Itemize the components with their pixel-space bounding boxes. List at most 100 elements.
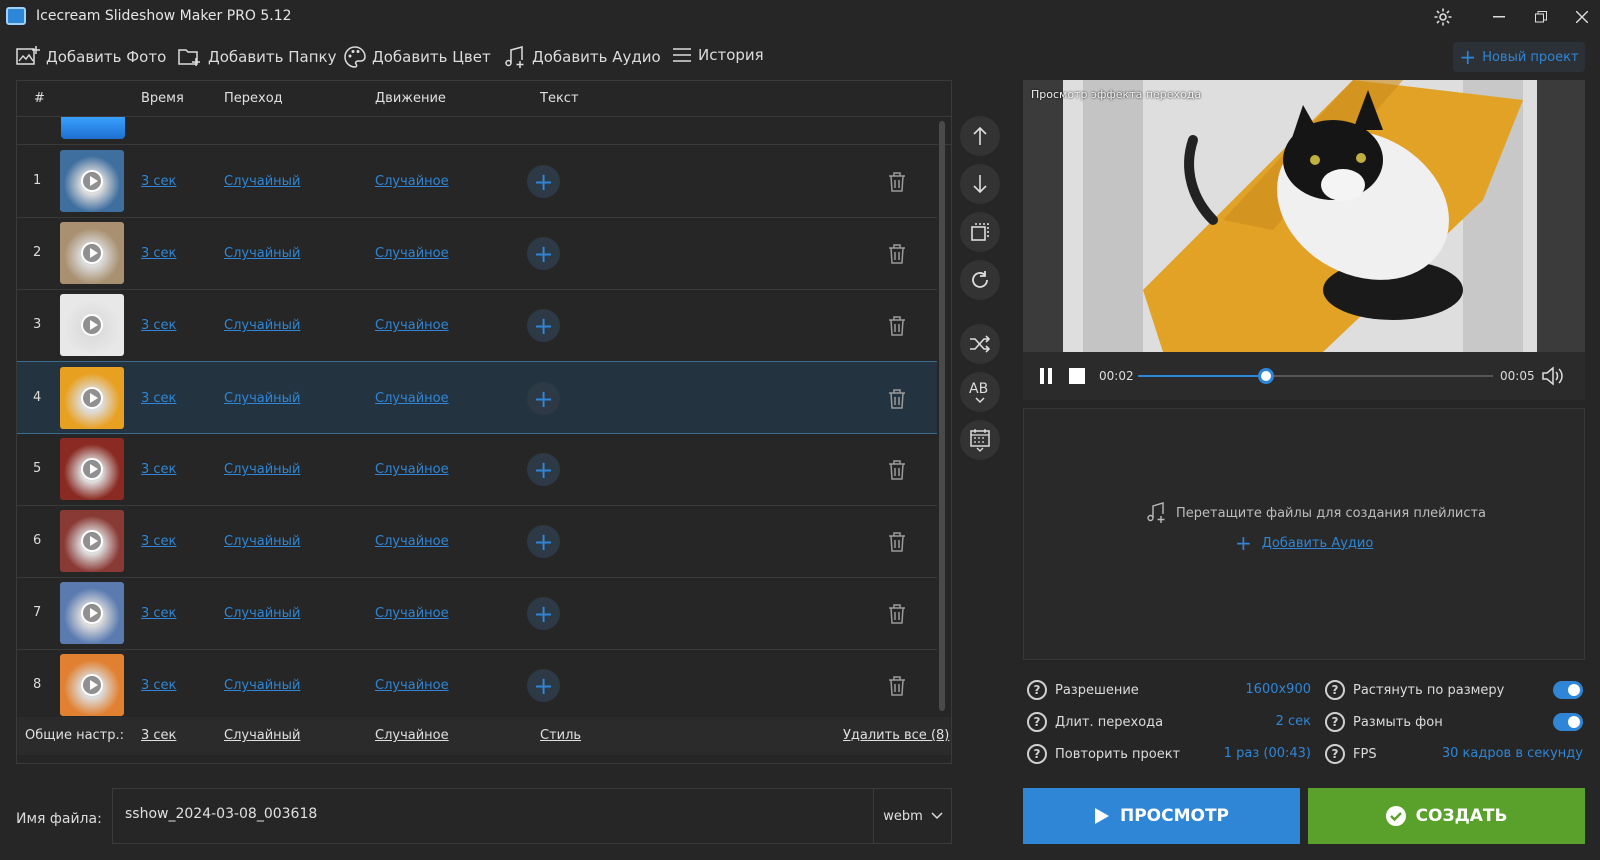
help-icon[interactable]: ? [1027, 680, 1047, 700]
slide-row[interactable]: 6 3 сек Случайный Случайное + [17, 505, 937, 578]
slide-thumbnail[interactable] [61, 117, 125, 139]
slide-time-link[interactable]: 3 сек [141, 318, 176, 333]
play-icon[interactable] [81, 602, 103, 624]
trash-icon[interactable] [887, 675, 907, 697]
add-audio-button[interactable]: Добавить Аудио [504, 46, 661, 68]
add-color-button[interactable]: Добавить Цвет [344, 46, 491, 68]
text-style-link[interactable]: Стиль [540, 728, 581, 743]
add-text-button[interactable]: + [527, 453, 560, 486]
slide-time-link[interactable]: 3 сек [141, 534, 176, 549]
global-motion-link[interactable]: Случайное [375, 728, 449, 743]
slide-time-link[interactable]: 3 сек [141, 246, 176, 261]
slide-thumbnail[interactable] [60, 294, 124, 356]
help-icon[interactable]: ? [1027, 712, 1047, 732]
format-dropdown[interactable]: webm [873, 789, 952, 843]
slide-transition-link[interactable]: Случайный [224, 174, 300, 189]
slide-motion-link[interactable]: Случайное [375, 246, 449, 261]
slide-time-link[interactable]: 3 сек [141, 462, 176, 477]
slide-thumbnail[interactable] [60, 438, 124, 500]
audio-drop-zone[interactable]: Перетащите файлы для создания плейлиста … [1023, 408, 1585, 660]
new-project-button[interactable]: + Новый проект [1453, 42, 1585, 72]
slide-thumbnail[interactable] [60, 367, 124, 429]
trash-icon[interactable] [887, 243, 907, 265]
slide-motion-link[interactable]: Случайное [375, 318, 449, 333]
slide-time-link[interactable]: 3 сек [141, 606, 176, 621]
repeat-value[interactable]: 1 раз (00:43) [1173, 746, 1311, 761]
minimize-button[interactable] [1482, 4, 1516, 30]
slide-thumbnail[interactable] [60, 222, 124, 284]
sort-date-button[interactable] [960, 420, 1000, 460]
play-icon[interactable] [81, 458, 103, 480]
add-text-button[interactable]: + [527, 165, 560, 198]
slide-motion-link[interactable]: Случайное [375, 678, 449, 693]
slide-time-link[interactable]: 3 сек [141, 174, 176, 189]
slide-thumbnail[interactable] [60, 510, 124, 572]
stop-icon[interactable] [1069, 368, 1085, 384]
slide-thumbnail[interactable] [60, 654, 124, 716]
trash-icon[interactable] [887, 388, 907, 410]
pause-icon[interactable] [1039, 368, 1053, 384]
file-name-input[interactable] [125, 806, 825, 822]
slide-transition-link[interactable]: Случайный [224, 606, 300, 621]
slide-time-link[interactable]: 3 сек [141, 678, 176, 693]
volume-icon[interactable] [1541, 366, 1563, 386]
slide-row[interactable]: 8 3 сек Случайный Случайное + [17, 649, 937, 722]
move-down-button[interactable] [960, 164, 1000, 204]
delete-all-link[interactable]: Удалить все (8) [843, 728, 949, 743]
slide-motion-link[interactable]: Случайное [375, 534, 449, 549]
play-icon[interactable] [81, 314, 103, 336]
transition-length-value[interactable]: 2 сек [1173, 714, 1311, 729]
slide-transition-link[interactable]: Случайный [224, 391, 300, 406]
rotate-button[interactable] [960, 260, 1000, 300]
preview-button[interactable]: ПРОСМОТР [1023, 788, 1300, 844]
play-icon[interactable] [81, 242, 103, 264]
slide-transition-link[interactable]: Случайный [224, 678, 300, 693]
slide-motion-link[interactable]: Случайное [375, 462, 449, 477]
slide-motion-link[interactable]: Случайное [375, 174, 449, 189]
play-icon[interactable] [81, 170, 103, 192]
help-icon[interactable]: ? [1325, 680, 1345, 700]
add-photo-button[interactable]: Добавить Фото [16, 46, 166, 68]
trash-icon[interactable] [887, 459, 907, 481]
stretch-toggle[interactable] [1553, 681, 1583, 699]
add-text-button[interactable]: + [527, 525, 560, 558]
play-icon[interactable] [81, 387, 103, 409]
seek-track[interactable] [1138, 368, 1493, 384]
add-text-button[interactable]: + [527, 237, 560, 270]
slide-row[interactable]: 2 3 сек Случайный Случайное + [17, 217, 937, 290]
help-icon[interactable]: ? [1325, 744, 1345, 764]
history-button[interactable]: История [672, 46, 764, 64]
slide-row[interactable]: 5 3 сек Случайный Случайное + [17, 433, 937, 506]
scrollbar[interactable] [939, 121, 945, 711]
slide-thumbnail[interactable] [60, 582, 124, 644]
sort-ab-button[interactable]: AB [960, 372, 1000, 412]
add-text-button[interactable]: + [527, 597, 560, 630]
slide-row[interactable]: 3 3 сек Случайный Случайное + [17, 289, 937, 362]
fps-value[interactable]: 30 кадров в секунду [1423, 746, 1583, 761]
help-icon[interactable]: ? [1325, 712, 1345, 732]
restore-button[interactable] [1524, 4, 1558, 30]
slide-row[interactable]: 4 3 сек Случайный Случайное + [17, 361, 937, 434]
add-text-button[interactable]: + [527, 382, 560, 415]
blur-toggle[interactable] [1553, 713, 1583, 731]
add-text-button[interactable]: + [527, 309, 560, 342]
add-text-button[interactable]: + [527, 669, 560, 702]
seek-handle[interactable] [1257, 368, 1274, 384]
crop-button[interactable] [960, 212, 1000, 252]
slide-transition-link[interactable]: Случайный [224, 318, 300, 333]
close-button[interactable] [1565, 4, 1599, 30]
play-icon[interactable] [81, 530, 103, 552]
move-up-button[interactable] [960, 116, 1000, 156]
slide-thumbnail[interactable] [60, 150, 124, 212]
settings-gear-icon[interactable] [1426, 4, 1460, 30]
global-transition-link[interactable]: Случайный [224, 728, 300, 743]
slide-transition-link[interactable]: Случайный [224, 246, 300, 261]
trash-icon[interactable] [887, 603, 907, 625]
add-audio-link[interactable]: + Добавить Аудио [1235, 533, 1373, 553]
slide-row[interactable]: 7 3 сек Случайный Случайное + [17, 577, 937, 650]
slide-row[interactable]: 1 3 сек Случайный Случайное + [17, 145, 937, 218]
slide-time-link[interactable]: 3 сек [141, 391, 176, 406]
shuffle-button[interactable] [960, 324, 1000, 364]
create-button[interactable]: СОЗДАТЬ [1308, 788, 1585, 844]
resolution-value[interactable]: 1600x900 [1173, 682, 1311, 697]
